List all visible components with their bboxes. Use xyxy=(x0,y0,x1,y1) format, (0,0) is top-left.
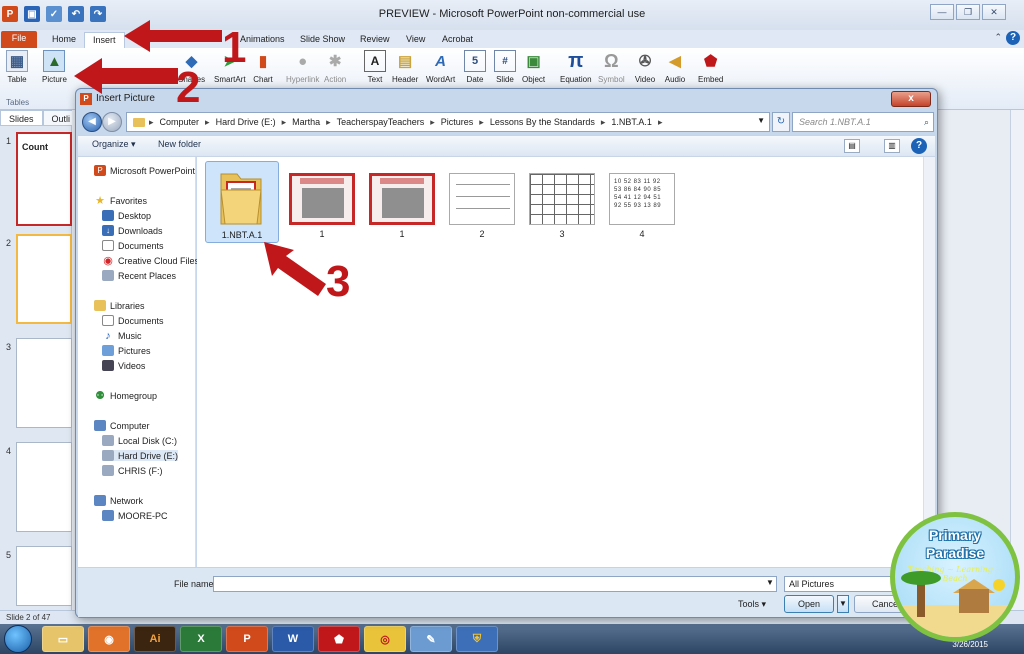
annotation-arrow-3 xyxy=(264,242,326,296)
hut-graphic xyxy=(959,589,989,613)
logo-text-line2: Paradise xyxy=(925,545,985,561)
sun-icon xyxy=(993,579,1005,591)
logo-text-line1: Primary xyxy=(928,527,982,543)
annotation-arrow-2 xyxy=(74,58,178,94)
annotation-overlay: 1 2 3 xyxy=(74,20,350,306)
annotation-arrow-1 xyxy=(124,20,222,52)
annotation-number-1: 1 xyxy=(222,23,246,72)
palm-leaves-graphic xyxy=(901,571,941,585)
annotation-number-2: 2 xyxy=(176,63,200,112)
sand-graphic xyxy=(895,605,1015,637)
annotation-number-3: 3 xyxy=(326,257,350,306)
primary-paradise-logo: Primary Paradise Teaching ~ Learning ~ B… xyxy=(890,512,1020,642)
